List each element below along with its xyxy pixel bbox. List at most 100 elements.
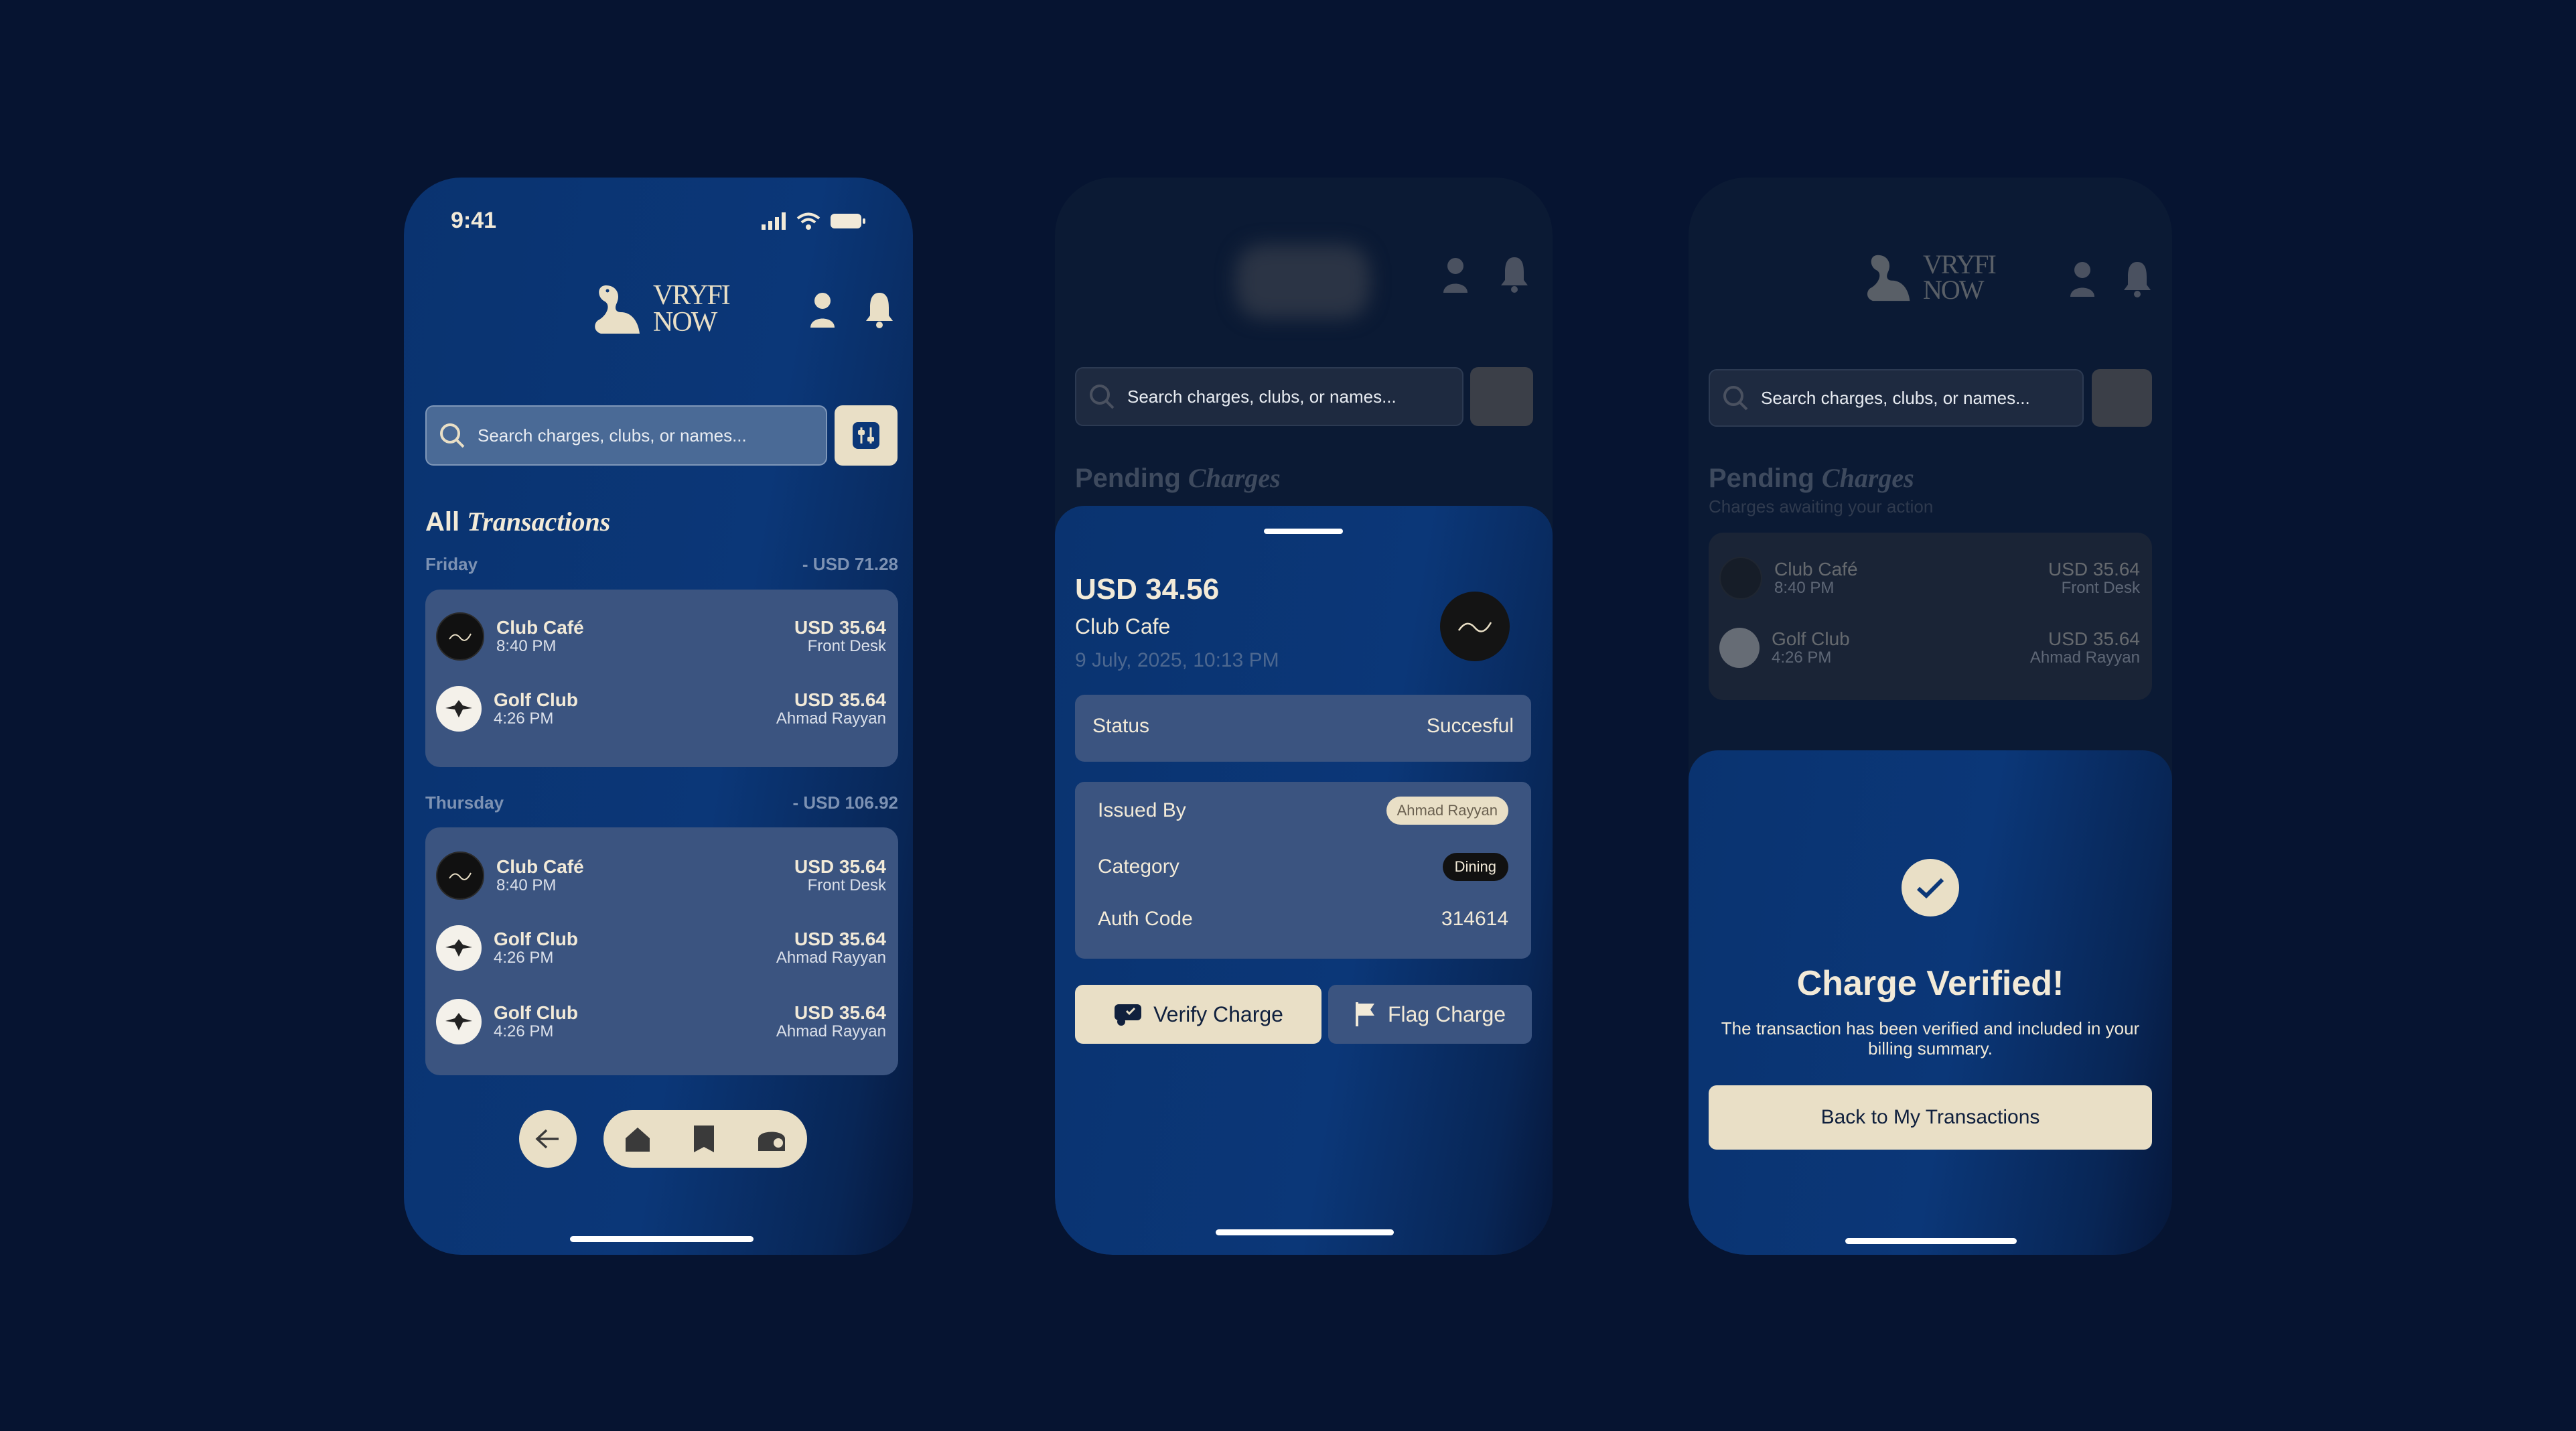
club-icon[interactable] xyxy=(756,1124,788,1154)
filter-button[interactable] xyxy=(835,405,898,466)
filter-button xyxy=(2092,369,2152,427)
transaction-time: 8:40 PM xyxy=(496,637,557,655)
issued-by: Front Desk xyxy=(2061,579,2140,597)
day-total: - USD 71.28 xyxy=(802,554,898,574)
status-box: Status Succesful xyxy=(1075,695,1531,762)
transaction-amount: USD 35.64 xyxy=(2048,628,2140,649)
merchant-name: Golf Club xyxy=(1772,628,1850,649)
search-input[interactable] xyxy=(476,424,814,447)
bg-card: Club Café 8:40 PM USD 35.64 Front Desk Gol… xyxy=(1709,533,2152,700)
category-label: Category xyxy=(1098,856,1179,878)
filter-icon xyxy=(853,422,879,449)
issued-by: Ahmad Rayyan xyxy=(2029,649,2140,667)
day-label: Thursday xyxy=(425,793,504,813)
transaction-time: 4:26 PM xyxy=(1772,649,1832,667)
search-input xyxy=(1126,385,1450,408)
golf-club-logo-icon xyxy=(436,999,482,1044)
transaction-time: 4:26 PM xyxy=(494,949,554,967)
issued-by: Front Desk xyxy=(807,876,886,894)
merchant-logo xyxy=(1440,592,1510,661)
transaction-row[interactable]: Golf Club 4:26 PM USD 35.64 Ahmad Rayyan xyxy=(436,682,886,736)
bell-icon[interactable] xyxy=(865,290,894,329)
back-button[interactable] xyxy=(519,1110,577,1168)
battery-icon xyxy=(831,214,865,228)
search-bar[interactable] xyxy=(425,405,827,466)
wifi-icon xyxy=(796,212,820,230)
transaction-amount: USD 35.64 xyxy=(794,856,886,877)
transaction-row[interactable]: Club Café 8:40 PM USD 35.64 Front Desk xyxy=(436,849,886,902)
bg-subtitle: Charges awaiting your action xyxy=(1709,496,1934,517)
sheet-handle[interactable] xyxy=(1264,529,1343,534)
brand-line2: NOW xyxy=(1923,275,1985,305)
verify-icon xyxy=(1115,1004,1142,1026)
check-icon xyxy=(1916,878,1944,899)
issued-by: Ahmad Rayyan xyxy=(776,1022,886,1040)
app-logo: VRYFI NOW xyxy=(1864,251,1997,305)
day-label: Friday xyxy=(425,554,478,574)
title-plain: Pending xyxy=(1075,464,1181,493)
merchant-name: Club Cafe xyxy=(1075,614,1171,638)
transaction-amount: USD 35.64 xyxy=(2048,559,2140,580)
bg-transaction-row: Club Café 8:40 PM USD 35.64 Front Desk xyxy=(1719,551,2140,605)
flag-charge-button[interactable]: Flag Charge xyxy=(1328,985,1532,1044)
blurred-logo xyxy=(1236,245,1370,318)
golf-club-logo-icon xyxy=(1719,628,1760,668)
profile-icon xyxy=(2070,262,2094,297)
merchant-name: Golf Club xyxy=(494,689,578,710)
bottom-nav xyxy=(603,1110,807,1168)
charge-datetime: 9 July, 2025, 10:13 PM xyxy=(1075,649,1279,671)
transaction-row[interactable]: Golf Club 4:26 PM USD 35.64 Ahmad Rayyan xyxy=(436,921,886,975)
bell-icon xyxy=(1501,257,1528,293)
club-cafe-logo-icon xyxy=(1719,557,1762,600)
search-icon xyxy=(1090,385,1115,409)
charge-amount: USD 34.56 xyxy=(1075,573,1220,606)
transaction-amount: USD 35.64 xyxy=(794,929,886,949)
merchant-name: Club Café xyxy=(1774,559,1858,580)
transaction-amount: USD 35.64 xyxy=(794,689,886,710)
search-icon xyxy=(440,423,465,448)
status-value: Succesful xyxy=(1426,715,1514,737)
profile-icon[interactable] xyxy=(809,291,836,329)
transaction-row[interactable]: Golf Club 4:26 PM USD 35.64 Ahmad Rayyan xyxy=(436,995,886,1048)
back-label: Back to My Transactions xyxy=(1820,1106,2040,1128)
title-italic: Transactions xyxy=(467,506,611,537)
day-header-friday: Friday - USD 71.28 xyxy=(425,554,898,575)
search-input xyxy=(1760,387,2070,409)
transaction-time: 4:26 PM xyxy=(494,709,554,728)
home-icon[interactable] xyxy=(623,1125,652,1153)
transaction-amount: USD 35.64 xyxy=(794,617,886,638)
charge-detail-sheet: USD 34.56 Club Cafe 9 July, 2025, 10:13 … xyxy=(1055,506,1553,1255)
home-indicator xyxy=(1845,1238,2017,1244)
signal-icon xyxy=(762,212,786,230)
app-logo: VRYFI NOW xyxy=(591,281,731,338)
receipt-icon[interactable] xyxy=(691,1124,717,1154)
status-time: 9:41 xyxy=(451,208,497,233)
issued-by: Ahmad Rayyan xyxy=(776,709,886,728)
day-total: - USD 106.92 xyxy=(792,793,898,813)
issued-by-tag: Ahmad Rayyan xyxy=(1386,797,1508,825)
bell-icon xyxy=(2124,262,2151,297)
club-cafe-logo-icon xyxy=(1457,622,1492,632)
verified-title: Charge Verified! xyxy=(1796,964,2064,1003)
transactions-screen: 9:41 VRYFI NOW All Transactions Friday -… xyxy=(404,178,913,1255)
back-to-transactions-button[interactable]: Back to My Transactions xyxy=(1709,1085,2152,1150)
merchant-name: Club Café xyxy=(496,856,584,877)
golf-club-logo-icon xyxy=(436,925,482,971)
flag-label: Flag Charge xyxy=(1387,1002,1506,1026)
charge-verified-screen: VRYFI NOW Pending Charges Charges awaiti… xyxy=(1689,178,2172,1255)
status-icons xyxy=(762,212,866,230)
transaction-card: Club Café 8:40 PM USD 35.64 Front Desk Gol… xyxy=(425,827,898,1075)
home-indicator xyxy=(570,1236,754,1242)
verify-label: Verify Charge xyxy=(1153,1002,1283,1026)
brand-line2: NOW xyxy=(653,307,717,338)
auth-code-label: Auth Code xyxy=(1098,908,1193,930)
title-italic: Charges xyxy=(1821,463,1914,493)
swan-logo-icon xyxy=(1867,255,1910,301)
verify-charge-button[interactable]: Verify Charge xyxy=(1075,985,1321,1044)
golf-club-logo-icon xyxy=(436,686,482,732)
transaction-row[interactable]: Club Café 8:40 PM USD 35.64 Front Desk xyxy=(436,610,886,663)
search-bar xyxy=(1709,369,2084,427)
club-cafe-logo-icon xyxy=(436,851,484,900)
auth-code-value: 314614 xyxy=(1441,908,1508,930)
merchant-name: Golf Club xyxy=(494,1002,578,1023)
